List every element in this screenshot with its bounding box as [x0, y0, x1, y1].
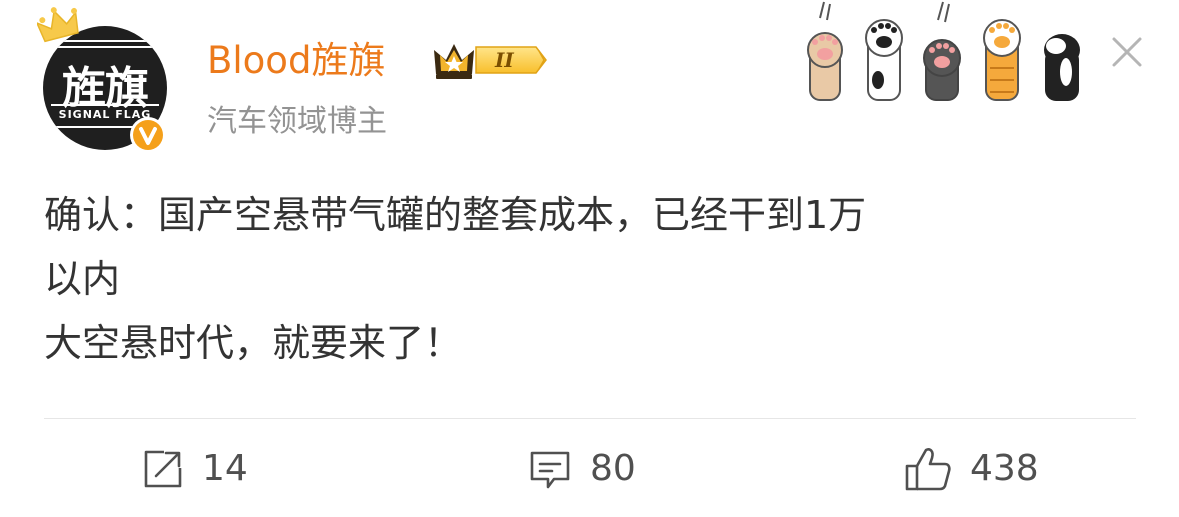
- username[interactable]: Blood旌旗: [207, 37, 385, 85]
- repost-button[interactable]: 14: [142, 444, 248, 494]
- avatar-stripe: [51, 46, 159, 48]
- weibo-post-card: 旌旗 SIGNAL FLAG Blood旌旗 II 汽车领域博主 确认：国产空悬…: [0, 0, 1179, 517]
- crown-icon: [37, 7, 79, 43]
- post-text-line: 以内: [44, 257, 121, 301]
- vip-badge-icon[interactable]: [432, 38, 550, 82]
- repost-count: 14: [202, 448, 248, 489]
- divider: [44, 418, 1136, 419]
- avatar-group[interactable]: 旌旗 SIGNAL FLAG: [37, 6, 177, 153]
- like-button[interactable]: 438: [904, 444, 1039, 494]
- avatar-stripe: [51, 104, 159, 106]
- like-count: 438: [970, 448, 1039, 489]
- close-icon[interactable]: [1105, 30, 1149, 74]
- verified-icon: [130, 117, 166, 153]
- user-description: 汽车领域博主: [207, 104, 387, 139]
- post-text-line: 大空悬时代，就要来了！: [44, 321, 463, 365]
- vip-level-text: II: [495, 48, 514, 72]
- repost-icon: [144, 450, 182, 488]
- thumbs-up-icon: [905, 448, 951, 491]
- avatar-text: 旌旗: [62, 63, 149, 114]
- post-body: 确认：国产空悬带气罐的整套成本，已经干到1万 以内 大空悬时代，就要来了！: [44, 183, 1144, 375]
- post-text-line: 确认：国产空悬带气罐的整套成本，已经干到1万: [44, 193, 867, 237]
- comment-icon: [530, 451, 570, 489]
- comment-button[interactable]: 80: [528, 444, 636, 494]
- comment-count: 80: [590, 448, 636, 489]
- cat-paws-icon: [807, 1, 1080, 101]
